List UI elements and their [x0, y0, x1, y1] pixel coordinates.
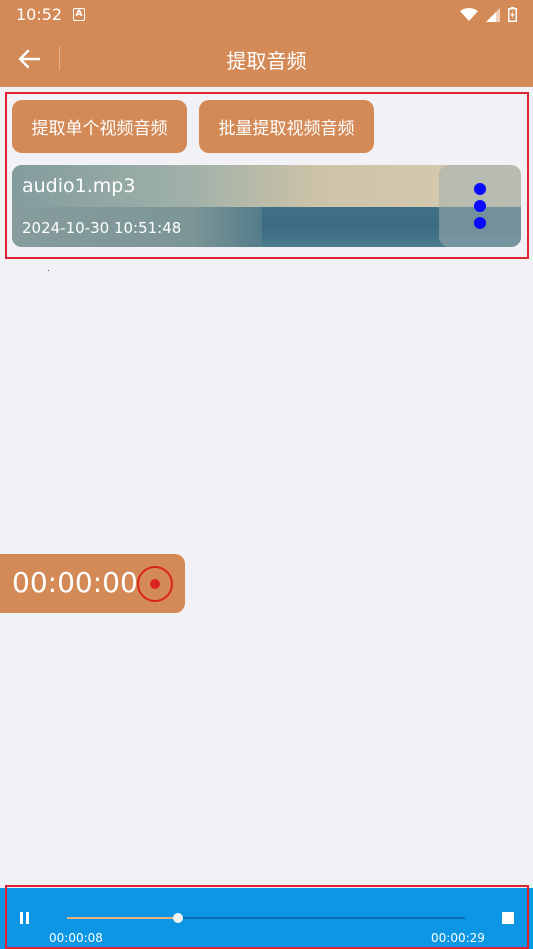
audio-file-name: audio1.mp3: [22, 175, 136, 197]
signal-icon: [486, 7, 500, 22]
more-vertical-icon-dot: [474, 200, 486, 212]
toolbar: 提取音频: [0, 30, 533, 87]
current-time: 00:00:08: [49, 931, 103, 945]
seek-bar-progress: [67, 917, 179, 919]
battery-icon: [508, 7, 517, 22]
app-root: 10:52 A 提取音频 提取单个视频音频 批量提取视频音频 audio1.mp…: [0, 0, 533, 949]
status-time: 10:52: [16, 5, 63, 24]
record-button[interactable]: [137, 566, 173, 602]
more-options-button[interactable]: [439, 165, 521, 247]
audio-file-date: 2024-10-30 10:51:48: [22, 219, 182, 237]
pause-icon-bar: [26, 912, 29, 924]
page-title: 提取音频: [226, 49, 307, 73]
record-timer: 00:00:00: [12, 566, 138, 599]
extract-single-video-audio-button[interactable]: 提取单个视频音频: [12, 100, 187, 153]
total-time: 00:00:29: [431, 931, 485, 945]
more-vertical-icon-dot: [474, 217, 486, 229]
status-bar: 10:52 A: [0, 0, 533, 30]
seek-bar[interactable]: [67, 913, 465, 923]
wifi-icon: [460, 7, 478, 21]
audio-list-item[interactable]: audio1.mp3 2024-10-30 10:51:48: [12, 165, 521, 247]
pause-button[interactable]: [20, 912, 30, 924]
more-vertical-icon: [474, 183, 486, 195]
pause-icon: [20, 912, 23, 924]
stray-pixel: [48, 270, 49, 271]
status-icons: [460, 7, 517, 22]
record-widget[interactable]: 00:00:00: [0, 554, 185, 613]
stop-button[interactable]: [502, 912, 514, 924]
record-dot-icon: [150, 579, 160, 589]
notification-a-icon: A: [73, 8, 85, 21]
batch-extract-video-audio-button[interactable]: 批量提取视频音频: [199, 100, 374, 153]
